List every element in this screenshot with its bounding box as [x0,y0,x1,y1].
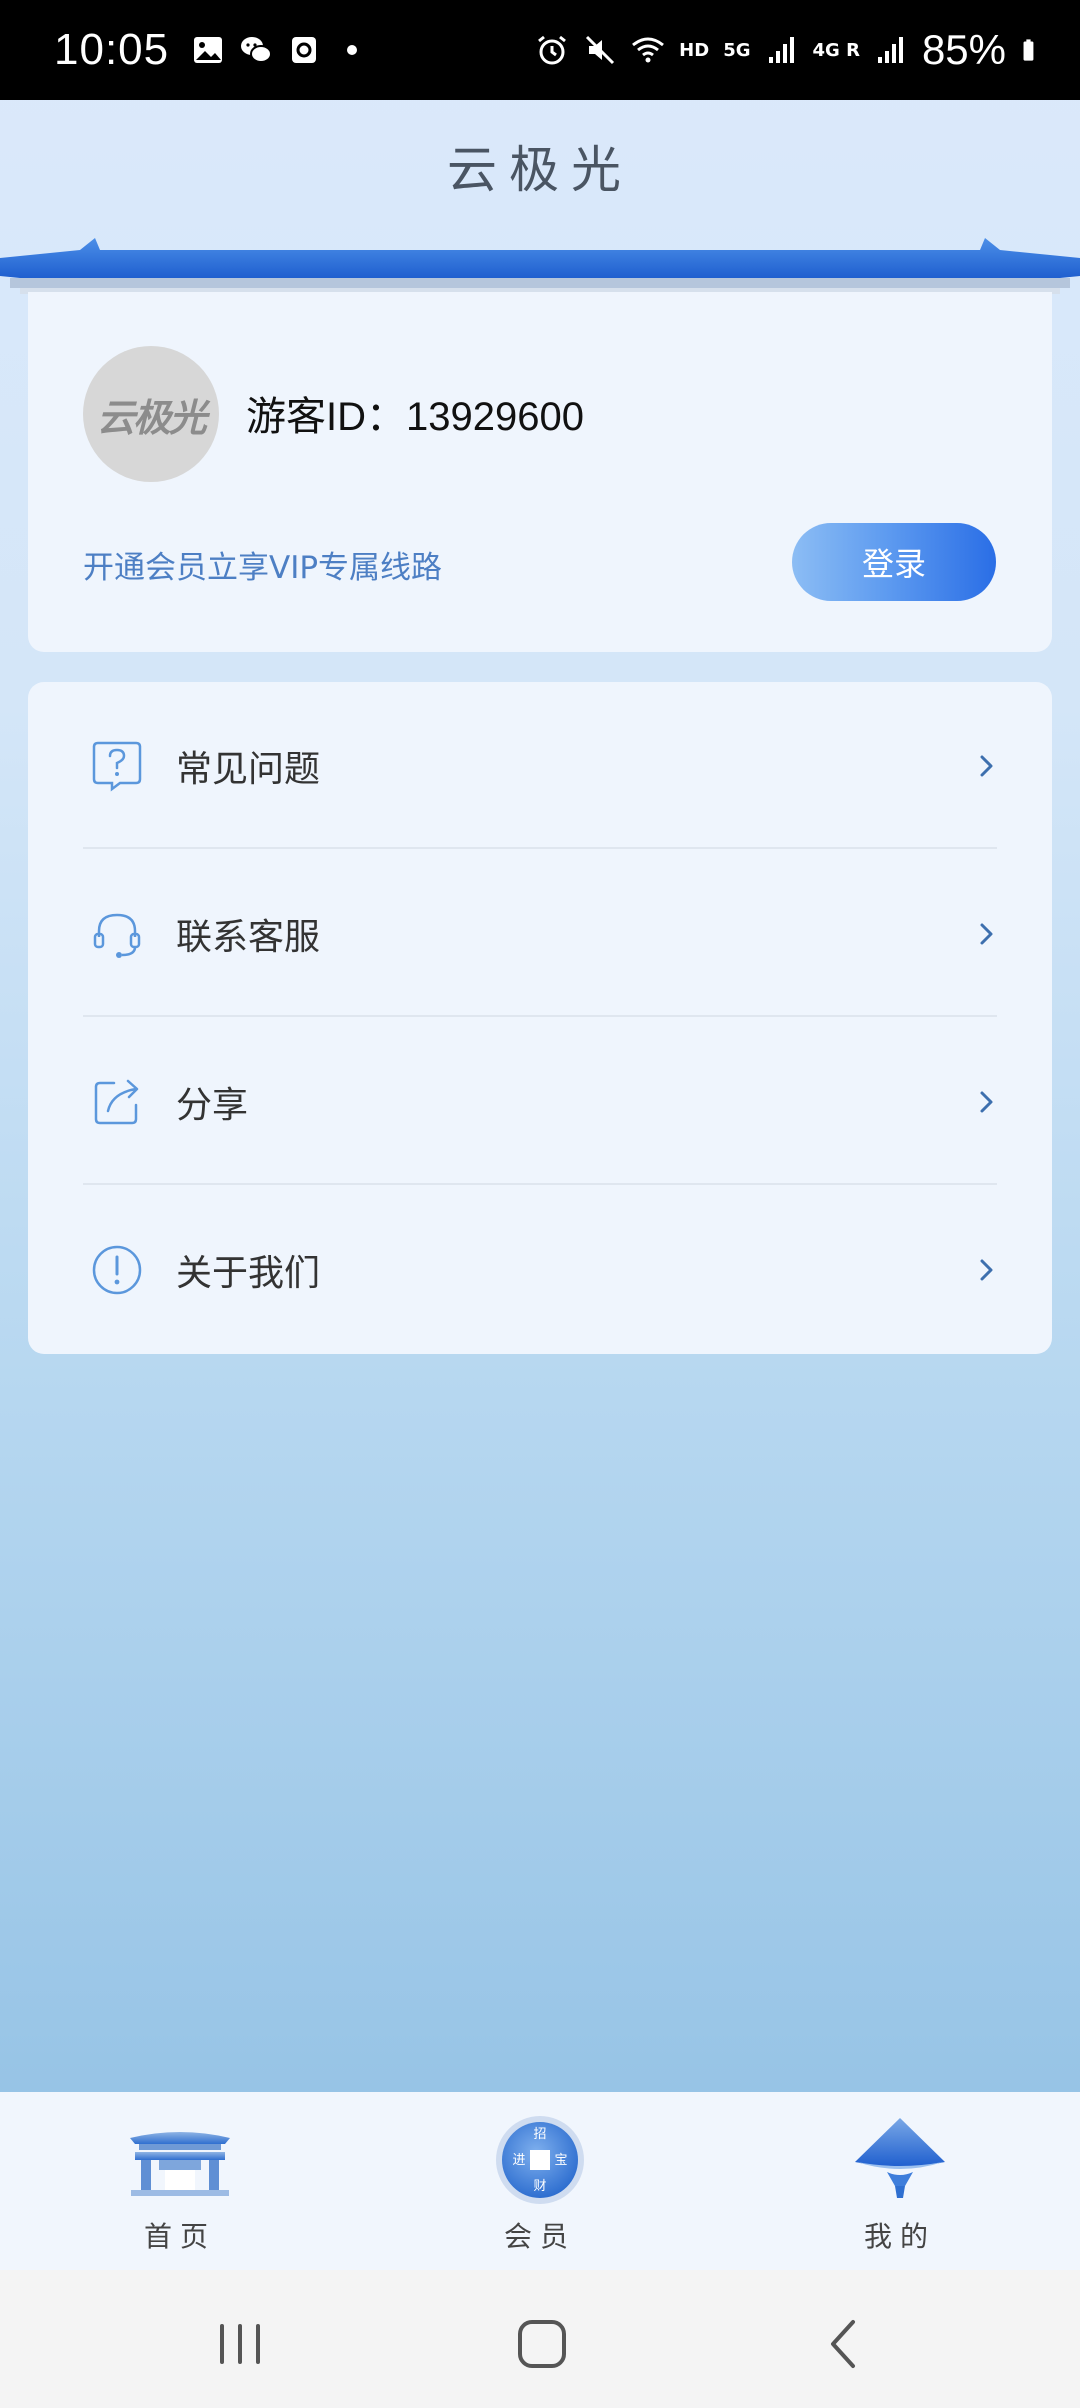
menu-item-label: 联系客服 [176,917,321,958]
chevron-right-icon [980,1091,993,1113]
wifi-icon [632,37,665,63]
menu-item-faq[interactable]: 常见问题 [28,682,1052,850]
menu-item-label: 分享 [176,1085,249,1126]
tab-home[interactable]: 首页 [0,2092,360,2270]
guest-id: 游客ID：13929600 [246,395,584,439]
bottom-nav: 首页 招 宝 财 进 会员 我的 [0,2092,1080,2270]
tab-membership[interactable]: 招 宝 财 进 会员 [360,2092,720,2270]
coin-char: 招 [533,2127,546,2142]
dot-icon [347,45,358,55]
share-icon [94,1079,139,1125]
gallery-icon [194,37,223,63]
tab-label: 会员 [503,2220,576,2253]
menu-item-about-us[interactable]: 关于我们 [28,1186,1052,1354]
page-title: 云极光 [447,141,633,199]
tab-mine[interactable]: 我的 [720,2092,1080,2270]
question-icon [92,741,142,792]
chevron-right-icon [980,923,993,945]
roof-decoration [0,238,1080,294]
signal-icon [877,37,903,63]
divider [83,1015,997,1017]
back-icon[interactable] [815,2314,875,2374]
info-icon [92,1245,142,1295]
screen-record-icon [292,37,317,63]
status-bar: 10:05 HD 5G 4G R 85% [0,0,1080,100]
home-button-icon[interactable] [512,2314,572,2374]
menu-item-customer-service[interactable]: 联系客服 [28,850,1052,1018]
coin-char: 宝 [554,2153,567,2168]
chevron-right-icon [980,755,993,777]
coin-icon: 招 宝 财 进 [496,2116,584,2204]
status-time: 10:05 [54,25,170,74]
network-5g-label: 5G [723,39,751,61]
hat-icon [855,2118,945,2198]
network-hd-label: HD [679,39,710,61]
menu-card: 常见问题 联系客服 分享 关于我们 [28,682,1052,1354]
vip-promo-text[interactable]: 开通会员立享VIP专属线路 [83,542,442,587]
chevron-right-icon [980,1259,993,1281]
menu-item-share[interactable]: 分享 [28,1018,1052,1186]
battery-icon [1023,39,1034,61]
menu-item-label: 关于我们 [176,1253,321,1294]
signal-icon [768,37,794,63]
alarm-icon [538,35,567,65]
mute-icon [586,35,615,65]
coin-char: 进 [512,2153,525,2168]
divider [83,847,997,849]
app-header: 云极光 [0,100,1080,295]
menu-item-label: 常见问题 [176,749,321,790]
divider [83,1183,997,1185]
wechat-icon [241,37,273,63]
profile-card: 云极光 游客ID：13929600 开通会员立享VIP专属线路 登录 [28,292,1052,652]
login-button[interactable]: 登录 [792,523,996,601]
recent-apps-icon[interactable] [210,2314,270,2374]
tab-label: 我的 [863,2220,936,2253]
battery-percent: 85% [921,26,1006,73]
headset-icon [93,913,141,958]
tab-label: 首页 [143,2220,216,2253]
network-4g-label: 4G R [812,39,860,61]
avatar[interactable]: 云极光 [83,346,219,482]
system-nav-bar [0,2270,1080,2408]
home-gate-icon [130,2132,230,2196]
coin-char: 财 [533,2179,546,2194]
